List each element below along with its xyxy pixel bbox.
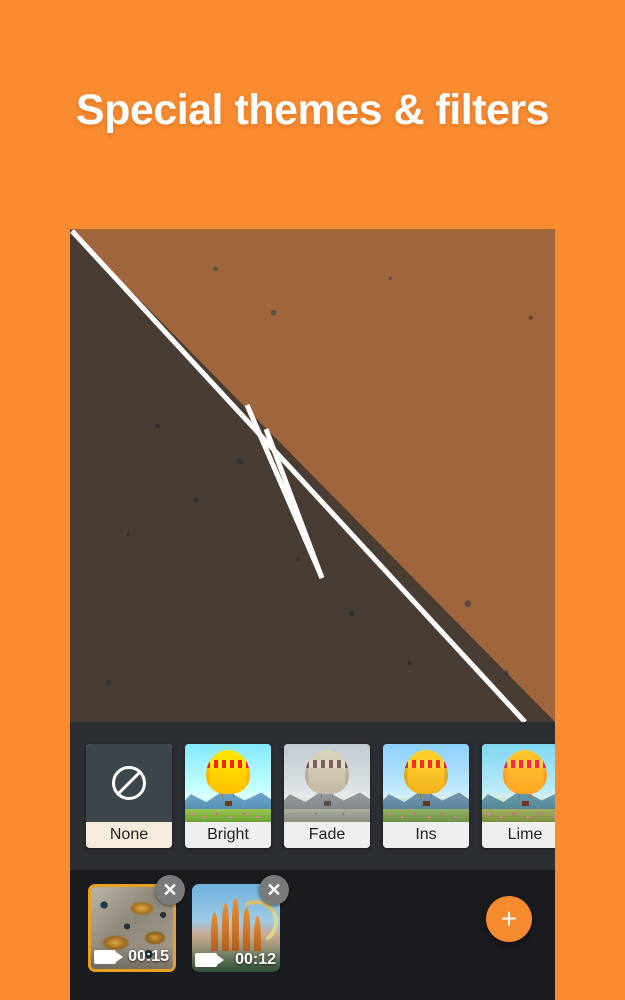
filter-item-bright[interactable]: Bright [185,744,271,848]
filter-item-ins[interactable]: Ins [383,744,469,848]
filter-item-lime[interactable]: Lime [482,744,555,848]
filter-label: None [86,822,172,848]
clip-duration: 00:12 [235,951,276,968]
filter-thumbnail [383,744,469,822]
filter-label: Fade [284,822,370,848]
close-icon[interactable]: ✕ [259,875,289,905]
video-editor-frame: None Bright Fade Ins Lime 00:15 ✕ 00:12 … [70,229,555,1000]
filter-thumbnail [185,744,271,822]
no-filter-icon [112,766,146,800]
promo-screen: Special themes & filters None Bright Fad… [0,0,625,1000]
clip-footer: 00:12 [192,948,280,972]
clip-timeline: 00:15 ✕ 00:12 ✕ + [70,870,555,1000]
clip-footer: 00:15 [91,945,173,969]
video-camera-icon [195,953,224,967]
timeline-clip[interactable]: 00:12 ✕ [192,875,289,972]
filter-label: Lime [482,822,555,848]
video-camera-icon [94,950,123,964]
timeline-clip[interactable]: 00:15 ✕ [88,875,185,972]
filter-thumbnail [86,744,172,822]
filter-label: Ins [383,822,469,848]
filter-thumbnail [284,744,370,822]
filter-item-none[interactable]: None [86,744,172,848]
filter-strip[interactable]: None Bright Fade Ins Lime [70,722,555,870]
close-icon[interactable]: ✕ [155,875,185,905]
clip-duration: 00:15 [128,948,169,965]
filter-label: Bright [185,822,271,848]
clip-list: 00:15 ✕ 00:12 ✕ [88,875,289,972]
filter-item-fade[interactable]: Fade [284,744,370,848]
filter-thumbnail [482,744,555,822]
page-title: Special themes & filters [75,86,550,134]
add-clip-button[interactable]: + [486,896,532,942]
video-preview[interactable] [70,229,555,722]
